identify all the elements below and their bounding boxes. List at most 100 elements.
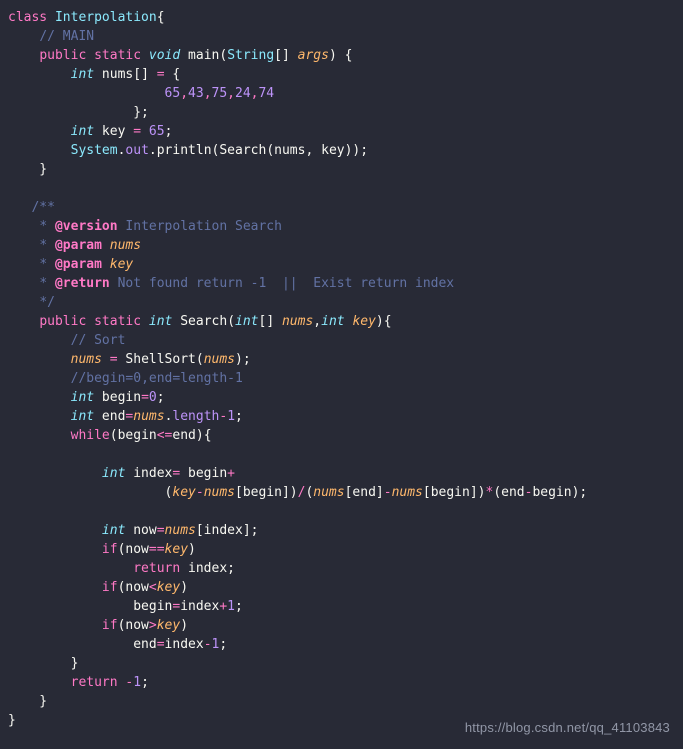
code-token-plain: (nums, key)); [266, 143, 369, 158]
code-token-keyword: if [101, 542, 118, 557]
code-token-comment: Not found return -1 || Exist return inde… [109, 276, 455, 291]
code-token-function: Search [219, 143, 267, 158]
code-line[interactable]: end=index-1; [0, 635, 683, 654]
code-token-param: nums [133, 409, 165, 424]
code-token-plain: ) [180, 618, 189, 633]
code-token-number: 65 [148, 124, 165, 139]
code-line[interactable]: }; [0, 103, 683, 122]
code-token-param: nums [391, 485, 423, 500]
code-line[interactable] [0, 445, 683, 464]
code-line[interactable]: public static void main(String[] args) { [0, 46, 683, 65]
code-line[interactable]: } [0, 654, 683, 673]
code-token-plain: end [133, 637, 157, 652]
code-line[interactable]: public static int Search(int[] nums,int … [0, 312, 683, 331]
code-line[interactable]: if(now==key) [0, 540, 683, 559]
code-token-number: 65 [164, 86, 181, 101]
code-token-keyword: return [133, 561, 181, 576]
code-line[interactable]: int begin=0; [0, 388, 683, 407]
code-line[interactable]: return -1; [0, 673, 683, 692]
code-token-keyword: public [39, 314, 87, 329]
code-line[interactable]: (key-nums[begin])/(nums[end]-nums[begin]… [0, 483, 683, 502]
code-token-plain: begin [180, 466, 228, 481]
code-token-param: args [297, 48, 329, 63]
code-token-plain: begin [94, 390, 142, 405]
code-token-doctag: @param [54, 257, 102, 272]
code-token-keyword: public [39, 48, 87, 63]
code-token-operator: == [148, 542, 165, 557]
code-line[interactable]: * @return Not found return -1 || Exist r… [0, 274, 683, 293]
code-token-plain: ( [8, 485, 173, 500]
code-line[interactable] [0, 179, 683, 198]
code-line[interactable]: while(begin<=end){ [0, 426, 683, 445]
code-token-operator: + [227, 466, 235, 481]
code-token-plain: ; [156, 390, 165, 405]
code-line[interactable]: System.out.println(Search(nums, key)); [0, 141, 683, 160]
code-line[interactable]: if(now>key) [0, 616, 683, 635]
code-line[interactable]: int index= begin+ [0, 464, 683, 483]
code-token-param: key [109, 257, 134, 272]
code-line[interactable]: return index; [0, 559, 683, 578]
code-token-plain: } [8, 713, 16, 728]
code-line[interactable]: int end=nums.length-1; [0, 407, 683, 426]
code-line[interactable]: begin=index+1; [0, 597, 683, 616]
code-editor-viewport: class Interpolation{ // MAIN public stat… [0, 0, 683, 749]
code-line[interactable]: } [0, 160, 683, 179]
code-token-type: int [70, 390, 95, 405]
code-token-class: System [70, 143, 118, 158]
code-token-plain: ) { [328, 48, 353, 63]
code-token-comment: */ [39, 295, 55, 310]
code-token-number: 75 [211, 86, 228, 101]
code-token-plain: { [164, 67, 181, 82]
code-line[interactable]: class Interpolation{ [0, 8, 683, 27]
code-line[interactable]: /** [0, 198, 683, 217]
code-line[interactable]: int now=nums[index]; [0, 521, 683, 540]
code-line[interactable]: // MAIN [0, 27, 683, 46]
code-token-param: nums [281, 314, 314, 329]
code-token-comment [102, 238, 110, 253]
code-token-doctag: @return [54, 276, 110, 291]
code-token-operator: , [227, 86, 235, 101]
code-token-keyword: if [101, 618, 118, 633]
code-token-field: out [125, 143, 149, 158]
code-token-number: 0 [148, 390, 157, 405]
code-line[interactable]: // Sort [0, 331, 683, 350]
code-token-comment: // Sort [70, 333, 126, 348]
code-token-keyword: return [70, 675, 118, 690]
code-line[interactable]: int nums[] = { [0, 65, 683, 84]
code-token-plain: index; [180, 561, 235, 576]
code-line[interactable]: if(now<key) [0, 578, 683, 597]
code-line[interactable]: * @param nums [0, 236, 683, 255]
code-line[interactable]: * @param key [0, 255, 683, 274]
code-line[interactable]: } [0, 692, 683, 711]
code-line[interactable]: */ [0, 293, 683, 312]
code-line[interactable]: 65,43,75,24,74 [0, 84, 683, 103]
code-token-type: int [101, 523, 126, 538]
code-token-param: nums [203, 352, 236, 367]
code-token-number: 1 [133, 675, 142, 690]
code-line[interactable] [0, 502, 683, 521]
source-code-block[interactable]: class Interpolation{ // MAIN public stat… [0, 8, 683, 730]
code-token-plain: } [8, 656, 79, 671]
code-line[interactable]: int key = 65; [0, 122, 683, 141]
code-token-plain: end [94, 409, 126, 424]
code-token-comment: // MAIN [39, 29, 95, 44]
code-line[interactable]: //begin=0,end=length-1 [0, 369, 683, 388]
code-token-number: 1 [227, 599, 235, 614]
code-token-plain: ); [235, 352, 251, 367]
code-line[interactable]: nums = ShellSort(nums); [0, 350, 683, 369]
code-line[interactable]: * @version Interpolation Search [0, 217, 683, 236]
